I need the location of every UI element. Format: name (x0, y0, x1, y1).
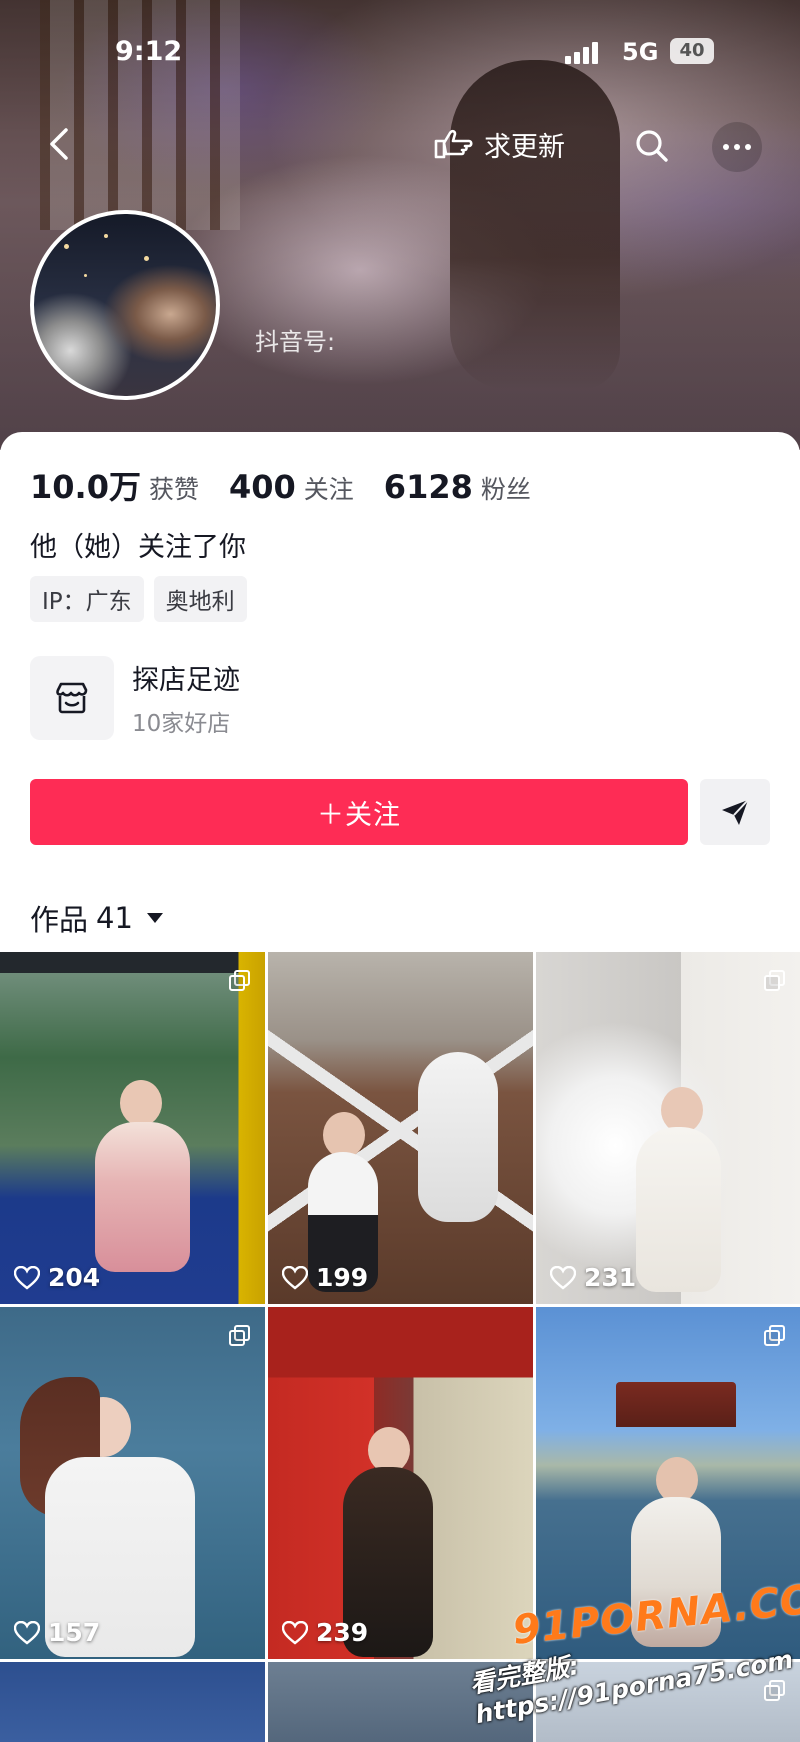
search-button[interactable] (632, 126, 672, 166)
following-label[interactable]: 关注 (304, 470, 354, 506)
network-type: 5G (622, 38, 659, 66)
shop-visits-count: 10家好店 (132, 711, 231, 737)
video-tile[interactable]: 231 (536, 952, 800, 1304)
message-button[interactable] (700, 779, 770, 845)
tag-list: IP：广东 奥地利 (30, 576, 247, 622)
request-update-label: 求更新 (484, 131, 565, 163)
video-tile[interactable] (0, 1662, 265, 1742)
multi-image-icon (764, 1680, 786, 1702)
signal-icon (565, 42, 601, 64)
follow-button[interactable]: ＋关注 (30, 779, 688, 845)
chevron-left-icon (50, 128, 68, 160)
multi-image-icon (229, 1325, 251, 1347)
pointing-hand-icon (434, 129, 473, 159)
video-thumbnail (636, 1127, 721, 1292)
following-count[interactable]: 400 (229, 468, 296, 506)
send-icon (722, 799, 749, 825)
like-count: 239 (282, 1618, 368, 1647)
shop-visits-title[interactable]: 探店足迹 (132, 658, 240, 697)
heart-icon (14, 1620, 40, 1645)
caret-down-icon (146, 913, 163, 923)
heart-icon (550, 1265, 576, 1290)
video-tile[interactable]: 157 (0, 1307, 265, 1659)
video-thumbnail (95, 1122, 190, 1272)
back-button[interactable] (38, 122, 82, 166)
video-tile[interactable]: 199 (268, 952, 533, 1304)
works-count: 41 (96, 901, 133, 935)
followers-count[interactable]: 6128 (384, 468, 473, 506)
more-button[interactable] (712, 122, 762, 172)
request-update-button[interactable]: 求更新 (432, 122, 565, 166)
like-count: 199 (282, 1263, 368, 1292)
video-tile[interactable]: 204 (0, 952, 265, 1304)
profile-info-card: 10.0万 获赞 400 关注 6128 粉丝 他（她）关注了你 IP：广东 奥… (0, 432, 800, 952)
heart-icon (282, 1620, 308, 1645)
status-time: 9:12 (115, 36, 183, 67)
search-icon (636, 130, 668, 162)
country-tag: 奥地利 (153, 576, 247, 622)
battery-icon: 40 (670, 38, 714, 64)
stats-row: 10.0万 获赞 400 关注 6128 粉丝 (30, 462, 561, 508)
shop-visits-entry[interactable] (30, 656, 114, 740)
more-dot-icon (723, 144, 729, 150)
likes-label: 获赞 (148, 475, 199, 504)
like-count: 231 (550, 1263, 636, 1292)
like-count: 157 (14, 1618, 100, 1647)
follows-you-text: 他（她）关注了你 (30, 532, 246, 563)
video-tile[interactable]: 239 (268, 1307, 533, 1659)
multi-image-icon (764, 970, 786, 992)
heart-icon (282, 1265, 308, 1290)
multi-image-icon (229, 970, 251, 992)
works-tab[interactable]: 作品 41 (30, 897, 163, 939)
avatar[interactable] (30, 210, 220, 400)
likes-count: 10.0万 (30, 468, 141, 506)
followers-label[interactable]: 粉丝 (481, 470, 531, 506)
multi-image-icon (764, 1325, 786, 1347)
like-count: 204 (14, 1263, 100, 1292)
heart-icon (14, 1265, 40, 1290)
douyin-id-label: 抖音号: (255, 328, 336, 356)
battery-level: 40 (679, 40, 705, 61)
works-label: 作品 (30, 903, 89, 937)
ip-location-tag: IP：广东 (30, 576, 144, 622)
store-icon (56, 682, 88, 714)
